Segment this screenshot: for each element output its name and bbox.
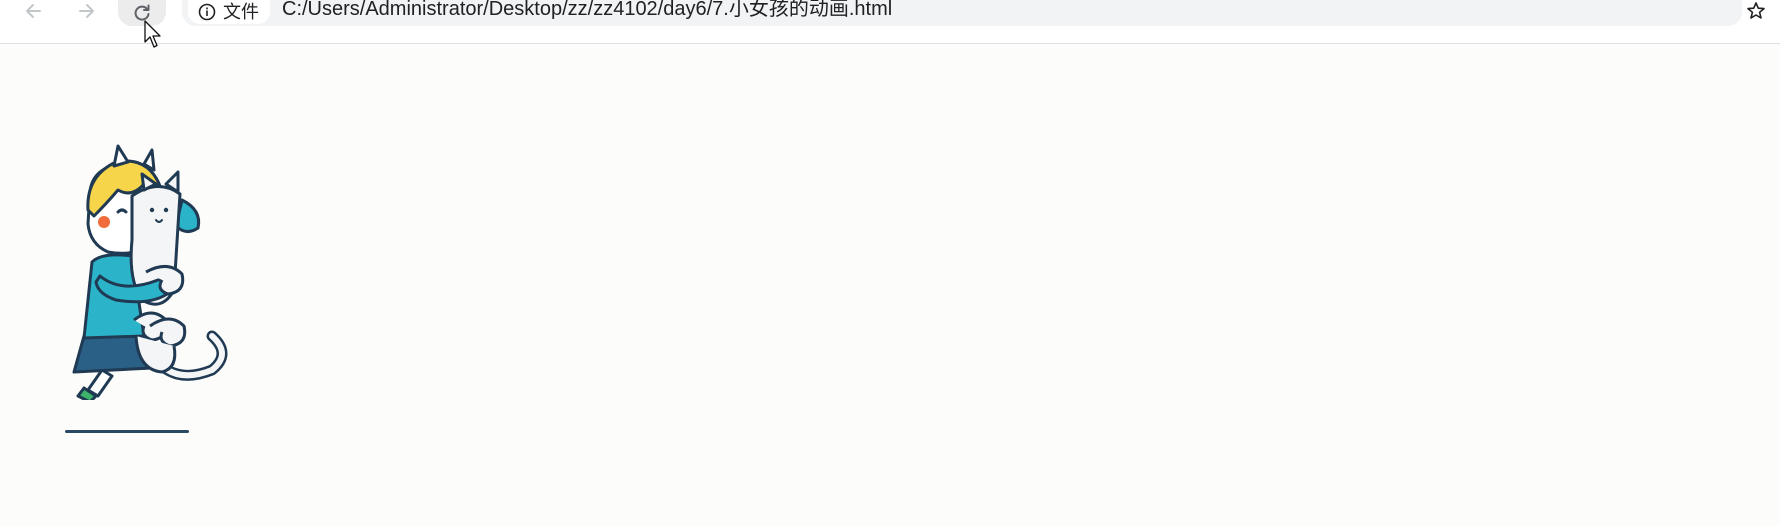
url-text[interactable]: C:/Users/Administrator/Desktop/zz/zz4102…: [282, 0, 892, 21]
site-info-chip[interactable]: 文件: [188, 0, 270, 24]
girl-hugging-cat-icon: [72, 144, 228, 400]
info-icon: [198, 3, 216, 21]
bookmark-button[interactable]: [1744, 0, 1768, 22]
browser-toolbar: 文件 C:/Users/Administrator/Desktop/zz/zz4…: [0, 0, 1780, 44]
back-arrow-icon: [26, 4, 41, 18]
site-info-label: 文件: [223, 2, 259, 22]
address-bar[interactable]: 文件 C:/Users/Administrator/Desktop/zz/zz4…: [182, 0, 1742, 26]
star-icon: [1747, 2, 1765, 19]
page-content: [0, 44, 1780, 526]
forward-button[interactable]: [66, 0, 106, 22]
forward-arrow-icon: [79, 4, 94, 18]
ground-line: [65, 430, 189, 433]
back-button[interactable]: [14, 0, 54, 22]
